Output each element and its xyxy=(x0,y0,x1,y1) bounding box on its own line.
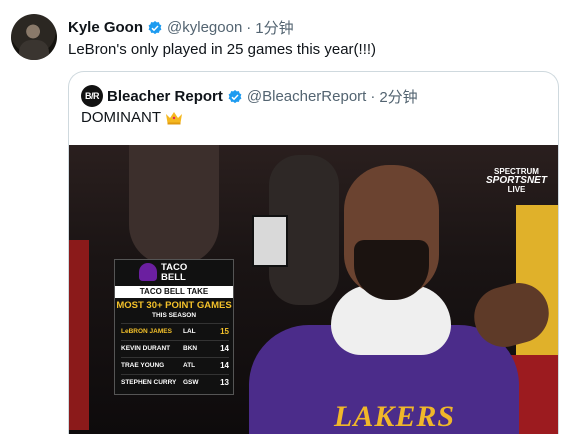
graphic-banner: TACO BELL TAKE xyxy=(115,286,233,298)
logo-line2: BELL xyxy=(161,271,186,283)
stat-team: ATL xyxy=(183,361,196,369)
crown-icon xyxy=(166,111,182,124)
tweet-header: Kyle Goon @kylegoon · 1分钟 xyxy=(68,17,294,38)
quoted-tweet[interactable]: B/R Bleacher Report @BleacherReport · 2分… xyxy=(68,71,559,434)
bell-icon xyxy=(139,263,157,281)
verified-badge-icon xyxy=(228,89,242,103)
quoted-separator: · xyxy=(370,88,376,105)
network-live: LIVE xyxy=(507,185,526,194)
stat-row: KEVIN DURANT BKN 14 xyxy=(121,340,229,355)
graphic-header: TACO BELL xyxy=(115,260,233,286)
stat-player: LeBRON JAMES xyxy=(121,327,172,335)
stat-games: 15 xyxy=(220,326,229,336)
quoted-tweet-text-row: DOMINANT xyxy=(81,109,183,126)
crowd-figure xyxy=(129,145,219,265)
graphic-logo: TACO BELL xyxy=(161,263,187,282)
stat-row: STEPHEN CURRY GSW 13 xyxy=(121,374,229,389)
crowd-figure xyxy=(69,240,89,430)
stat-row: LeBRON JAMES LAL 15 xyxy=(121,323,229,338)
quoted-timestamp[interactable]: 2分钟 xyxy=(379,86,417,107)
stat-games: 14 xyxy=(220,343,229,353)
quoted-author-handle[interactable]: @BleacherReport xyxy=(247,88,366,105)
verified-badge-icon xyxy=(148,20,162,34)
tweet-author-avatar[interactable] xyxy=(11,14,57,60)
quoted-author-avatar[interactable]: B/R xyxy=(81,85,103,107)
stat-games: 14 xyxy=(220,360,229,370)
quoted-tweet-text: DOMINANT xyxy=(81,109,161,126)
tweet-text: LeBron's only played in 25 games this ye… xyxy=(68,41,377,58)
stat-team: LAL xyxy=(183,327,196,335)
tweet-media-image[interactable]: LAKERS SPECTRUM SPORTSNET LIVE TACO BELL… xyxy=(69,145,558,434)
stat-team: BKN xyxy=(183,344,198,352)
quoted-tweet-header: Bleacher Report @BleacherReport · 2分钟 xyxy=(107,86,418,107)
graphic-title: MOST 30+ POINT GAMES xyxy=(116,300,232,311)
stat-row: TRAE YOUNG ATL 14 xyxy=(121,357,229,372)
tweet-author-handle[interactable]: @kylegoon xyxy=(167,19,242,36)
graphic-subtitle: THIS SEASON xyxy=(151,312,197,319)
stat-player: STEPHEN CURRY xyxy=(121,378,177,386)
stats-graphic: TACO BELL TACO BELL TAKE MOST 30+ POINT … xyxy=(114,259,234,395)
network-name: SPORTSNET xyxy=(486,175,547,186)
tweet-author-name[interactable]: Kyle Goon xyxy=(68,19,143,36)
credential-badge xyxy=(252,215,288,267)
quoted-author-name[interactable]: Bleacher Report xyxy=(107,88,223,105)
stat-games: 13 xyxy=(220,377,229,387)
jersey-text: LAKERS xyxy=(334,400,456,433)
stat-player: TRAE YOUNG xyxy=(121,361,165,369)
tweet-timestamp[interactable]: 1分钟 xyxy=(255,17,293,38)
stat-player: KEVIN DURANT xyxy=(121,344,171,352)
tweet-separator: · xyxy=(246,19,252,36)
network-logo: SPECTRUM SPORTSNET LIVE xyxy=(486,167,547,194)
stat-team: GSW xyxy=(183,378,199,386)
